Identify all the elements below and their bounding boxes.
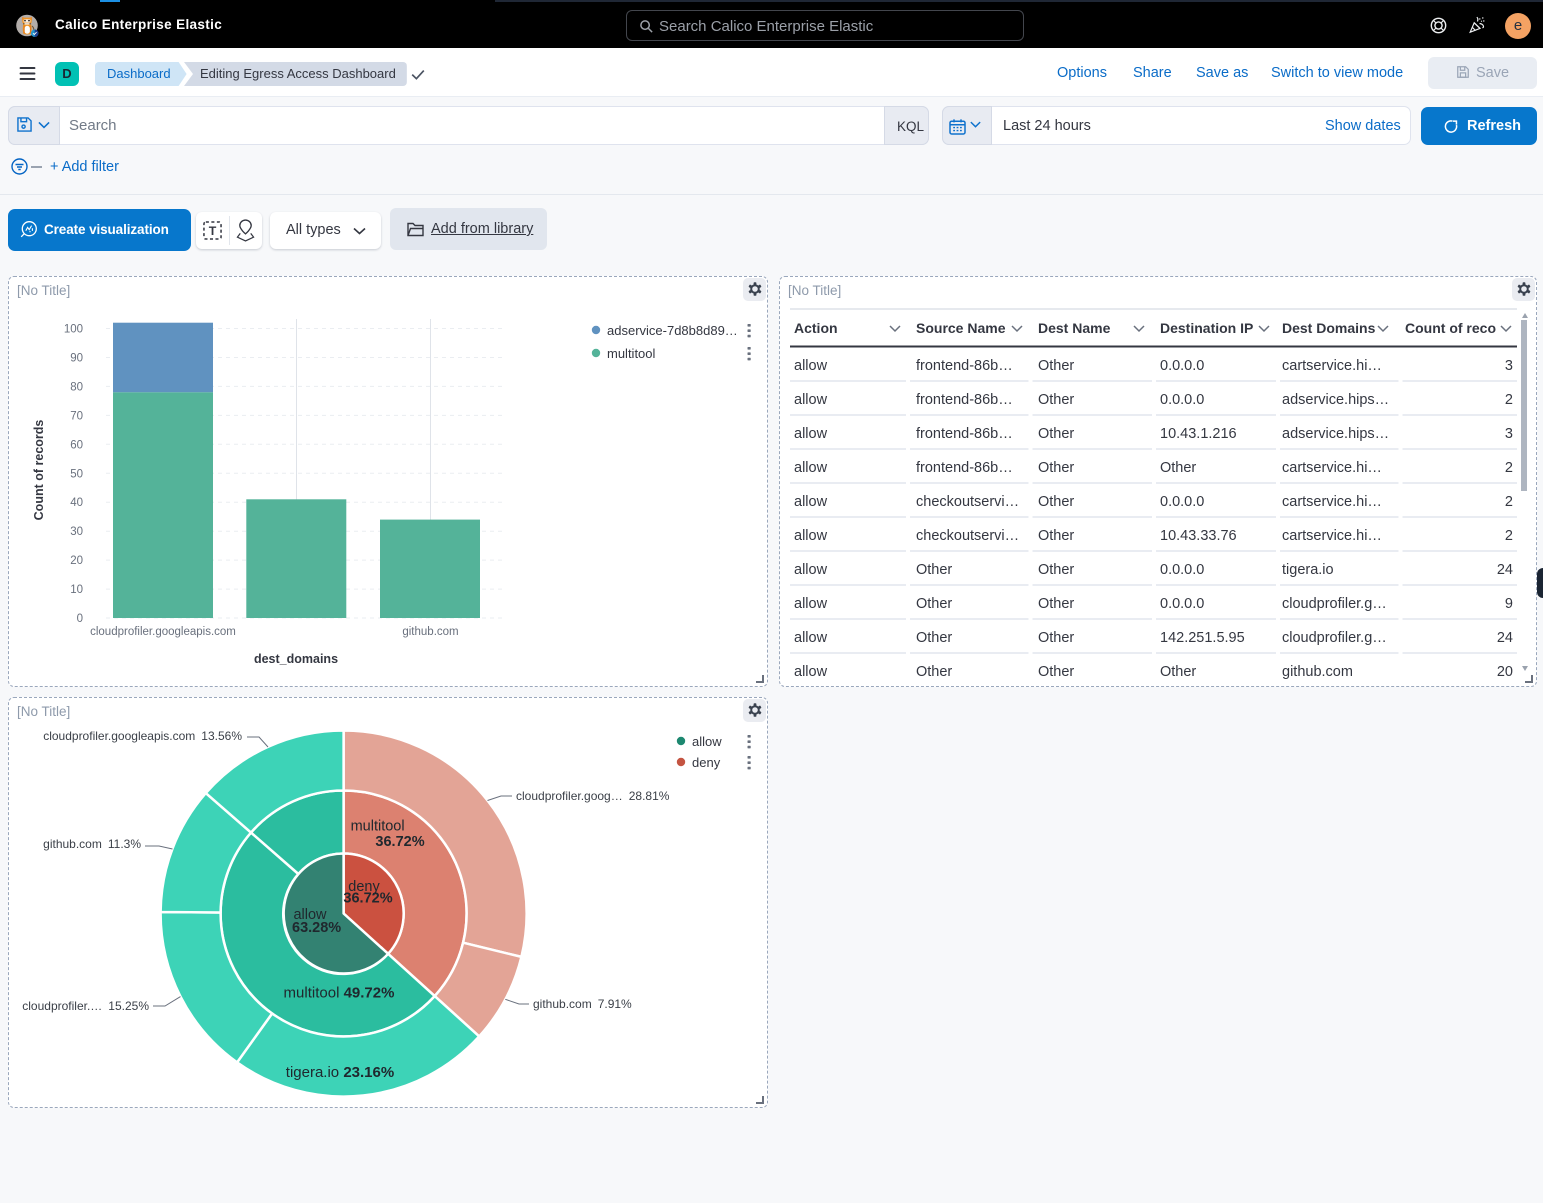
svg-text:Other: Other <box>1038 460 1074 476</box>
svg-text:cartservice.hi…: cartservice.hi… <box>1282 460 1382 476</box>
svg-text:Other: Other <box>916 562 952 578</box>
svg-text:github.com: github.com <box>402 626 458 638</box>
svg-text:Other: Other <box>1038 426 1074 442</box>
svg-text:adservice-7d8b8d89…: adservice-7d8b8d89… <box>607 323 738 338</box>
svg-text:github.com7.91%: github.com7.91% <box>533 997 632 1011</box>
svg-text:142.251.5.95: 142.251.5.95 <box>1160 630 1245 646</box>
svg-text:2: 2 <box>1505 494 1513 510</box>
svg-text:deny: deny <box>692 755 721 770</box>
svg-text:0.0.0.0: 0.0.0.0 <box>1160 562 1204 578</box>
svg-text:0.0.0.0: 0.0.0.0 <box>1160 358 1204 374</box>
svg-text:36.72%: 36.72% <box>343 891 392 907</box>
svg-text:adservice.hips…: adservice.hips… <box>1282 426 1389 442</box>
svg-text:cloudprofiler.googleapis.com13: cloudprofiler.googleapis.com13.56% <box>43 729 242 743</box>
svg-text:cloudprofiler.googleapis.com: cloudprofiler.googleapis.com <box>90 626 236 638</box>
svg-text:tigera.io: tigera.io <box>1282 562 1334 578</box>
svg-text:2: 2 <box>1505 392 1513 408</box>
svg-text:tigera.io 23.16%: tigera.io 23.16% <box>286 1064 394 1081</box>
svg-text:cartservice.hi…: cartservice.hi… <box>1282 494 1382 510</box>
svg-text:allow: allow <box>794 664 828 680</box>
svg-text:20: 20 <box>1497 664 1513 680</box>
svg-text:allow: allow <box>794 562 828 578</box>
svg-text:Count of reco: Count of reco <box>1405 320 1496 336</box>
svg-text:Other: Other <box>1160 460 1196 476</box>
svg-text:40: 40 <box>70 497 83 509</box>
svg-text:allow: allow <box>794 494 828 510</box>
svg-text:0.0.0.0: 0.0.0.0 <box>1160 596 1204 612</box>
svg-text:0: 0 <box>77 613 83 625</box>
svg-text:2: 2 <box>1505 460 1513 476</box>
svg-text:24: 24 <box>1497 630 1513 646</box>
svg-text:20: 20 <box>70 555 83 567</box>
svg-text:Destination IP: Destination IP <box>1160 320 1253 336</box>
svg-text:63.28%: 63.28% <box>292 920 341 936</box>
svg-text:github.com: github.com <box>1282 664 1353 680</box>
svg-text:60: 60 <box>70 439 83 451</box>
svg-text:Other: Other <box>916 664 952 680</box>
svg-text:Dest Domains: Dest Domains <box>1282 320 1376 336</box>
svg-text:allow: allow <box>794 358 828 374</box>
svg-text:100: 100 <box>64 324 83 336</box>
svg-text:70: 70 <box>70 410 83 422</box>
svg-text:adservice.hips…: adservice.hips… <box>1282 392 1389 408</box>
svg-text:multitool: multitool <box>607 346 656 361</box>
svg-text:checkoutservi…: checkoutservi… <box>916 528 1019 544</box>
svg-text:10.43.1.216: 10.43.1.216 <box>1160 426 1237 442</box>
svg-text:frontend-86b…: frontend-86b… <box>916 460 1013 476</box>
svg-text:multitool 49.72%: multitool 49.72% <box>284 985 395 1002</box>
svg-text:frontend-86b…: frontend-86b… <box>916 392 1013 408</box>
svg-text:cartservice.hi…: cartservice.hi… <box>1282 358 1382 374</box>
svg-text:0.0.0.0: 0.0.0.0 <box>1160 392 1204 408</box>
svg-text:frontend-86b…: frontend-86b… <box>916 426 1013 442</box>
svg-text:Other: Other <box>916 630 952 646</box>
svg-text:50: 50 <box>70 468 83 480</box>
svg-text:allow: allow <box>794 596 828 612</box>
svg-text:Count of records: Count of records <box>32 420 46 521</box>
svg-text:3: 3 <box>1505 426 1513 442</box>
svg-text:Other: Other <box>1038 392 1074 408</box>
svg-text:multitool: multitool <box>351 819 405 835</box>
svg-text:frontend-86b…: frontend-86b… <box>916 358 1013 374</box>
svg-text:Other: Other <box>916 596 952 612</box>
svg-text:0.0.0.0: 0.0.0.0 <box>1160 494 1204 510</box>
svg-text:Other: Other <box>1038 562 1074 578</box>
svg-text:Action: Action <box>794 320 838 336</box>
svg-text:github.com11.3%: github.com11.3% <box>43 837 141 851</box>
svg-text:36.72%: 36.72% <box>375 834 424 850</box>
svg-text:Other: Other <box>1038 494 1074 510</box>
svg-text:Source Name: Source Name <box>916 320 1006 336</box>
svg-text:2: 2 <box>1505 528 1513 544</box>
svg-text:Other: Other <box>1038 528 1074 544</box>
svg-text:Other: Other <box>1038 630 1074 646</box>
svg-text:checkoutservi…: checkoutservi… <box>916 494 1019 510</box>
svg-text:cloudprofiler.…15.25%: cloudprofiler.…15.25% <box>22 999 149 1013</box>
svg-text:80: 80 <box>70 381 83 393</box>
svg-text:10.43.33.76: 10.43.33.76 <box>1160 528 1237 544</box>
svg-text:allow: allow <box>692 734 722 749</box>
svg-text:allow: allow <box>794 426 828 442</box>
svg-text:Other: Other <box>1160 664 1196 680</box>
svg-text:cloudprofiler.g…: cloudprofiler.g… <box>1282 630 1387 646</box>
svg-text:allow: allow <box>794 630 828 646</box>
svg-text:Dest Name: Dest Name <box>1038 320 1111 336</box>
svg-text:Other: Other <box>1038 596 1074 612</box>
svg-text:10: 10 <box>70 584 83 596</box>
svg-text:T: T <box>209 224 217 238</box>
svg-text:90: 90 <box>70 353 83 365</box>
svg-text:allow: allow <box>794 392 828 408</box>
svg-text:Other: Other <box>1038 358 1074 374</box>
svg-text:dest_domains: dest_domains <box>254 652 338 666</box>
svg-text:30: 30 <box>70 526 83 538</box>
svg-text:9: 9 <box>1505 596 1513 612</box>
svg-text:cartservice.hi…: cartservice.hi… <box>1282 528 1382 544</box>
svg-text:3: 3 <box>1505 358 1513 374</box>
svg-text:allow: allow <box>794 460 828 476</box>
svg-text:allow: allow <box>794 528 828 544</box>
svg-text:Other: Other <box>1038 664 1074 680</box>
svg-text:cloudprofiler.goog…28.81%: cloudprofiler.goog…28.81% <box>516 789 670 803</box>
svg-text:24: 24 <box>1497 562 1513 578</box>
svg-text:cloudprofiler.g…: cloudprofiler.g… <box>1282 596 1387 612</box>
